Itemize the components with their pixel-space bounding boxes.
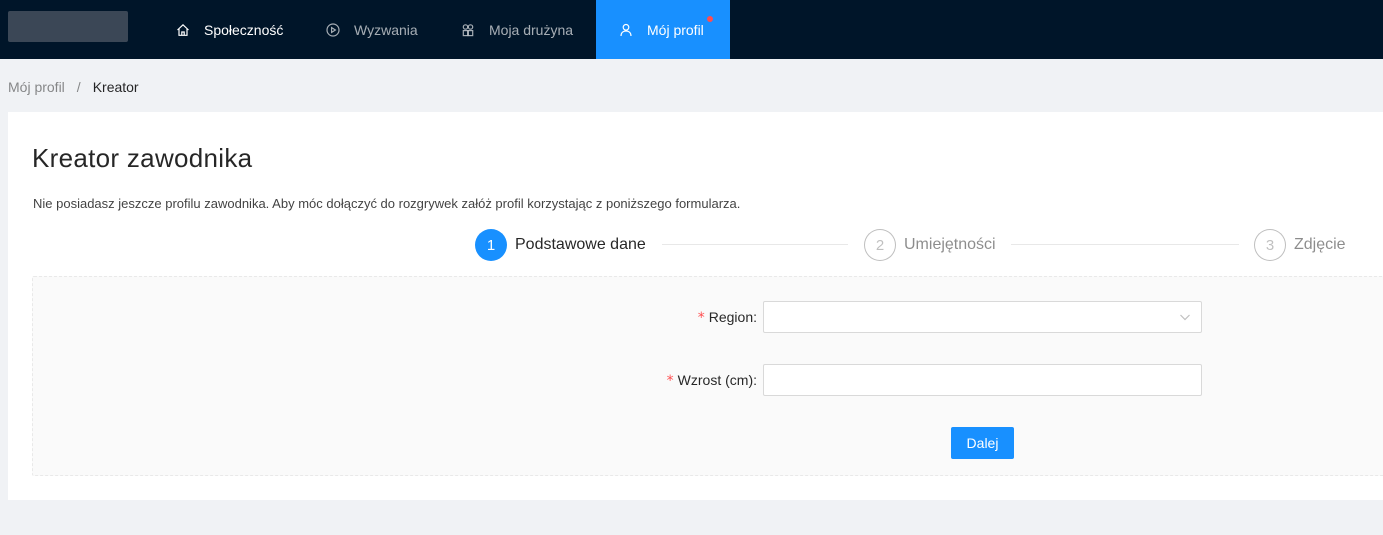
nav-item-moja-druzyna[interactable]: Moja drużyna xyxy=(461,0,573,59)
page-description: Nie posiadasz jeszcze profilu zawodnika.… xyxy=(33,196,741,211)
page-title: Kreator zawodnika xyxy=(32,143,253,173)
notification-dot xyxy=(707,16,713,22)
chevron-down-icon xyxy=(1180,314,1190,321)
step-1-circle: 1 xyxy=(475,229,507,261)
top-navigation-bar: Społeczność Wyzwania Moja drużyna Mój pr… xyxy=(0,0,1383,59)
breadcrumb-separator: / xyxy=(76,79,81,95)
user-icon xyxy=(619,23,633,37)
nav-label: Społeczność xyxy=(204,21,284,38)
logo[interactable] xyxy=(8,11,128,42)
home-icon xyxy=(176,23,190,37)
next-button[interactable]: Dalej xyxy=(951,427,1014,459)
step-connector xyxy=(1011,244,1239,245)
nav-item-moj-profil[interactable]: Mój profil xyxy=(619,0,704,59)
step-3-circle: 3 xyxy=(1254,229,1286,261)
team-icon xyxy=(461,23,475,37)
step-2-circle: 2 xyxy=(864,229,896,261)
nav-label: Moja drużyna xyxy=(489,21,574,38)
required-mark: * xyxy=(697,310,705,326)
region-label: * Region: xyxy=(697,309,757,326)
nav-item-wyzwania[interactable]: Wyzwania xyxy=(326,0,418,59)
nav-item-spolecznosc[interactable]: Społeczność xyxy=(176,0,283,59)
step-connector xyxy=(662,244,848,245)
step-3-label: Zdjęcie xyxy=(1294,236,1346,253)
breadcrumb-current: Kreator xyxy=(92,79,139,95)
nav-label: Wyzwania xyxy=(354,21,418,38)
play-circle-icon xyxy=(326,22,340,37)
breadcrumb-link-profile[interactable]: Mój profil xyxy=(8,78,65,96)
height-label: * Wzrost (cm): xyxy=(666,372,757,389)
region-select[interactable] xyxy=(763,301,1202,333)
breadcrumb: Mój profil / Kreator xyxy=(8,78,139,96)
nav-label: Mój profil xyxy=(647,21,704,38)
height-input[interactable] xyxy=(763,364,1202,396)
required-mark: * xyxy=(666,373,674,389)
step-1-label: Podstawowe dane xyxy=(515,236,646,253)
step-2-label: Umiejętności xyxy=(904,236,996,253)
